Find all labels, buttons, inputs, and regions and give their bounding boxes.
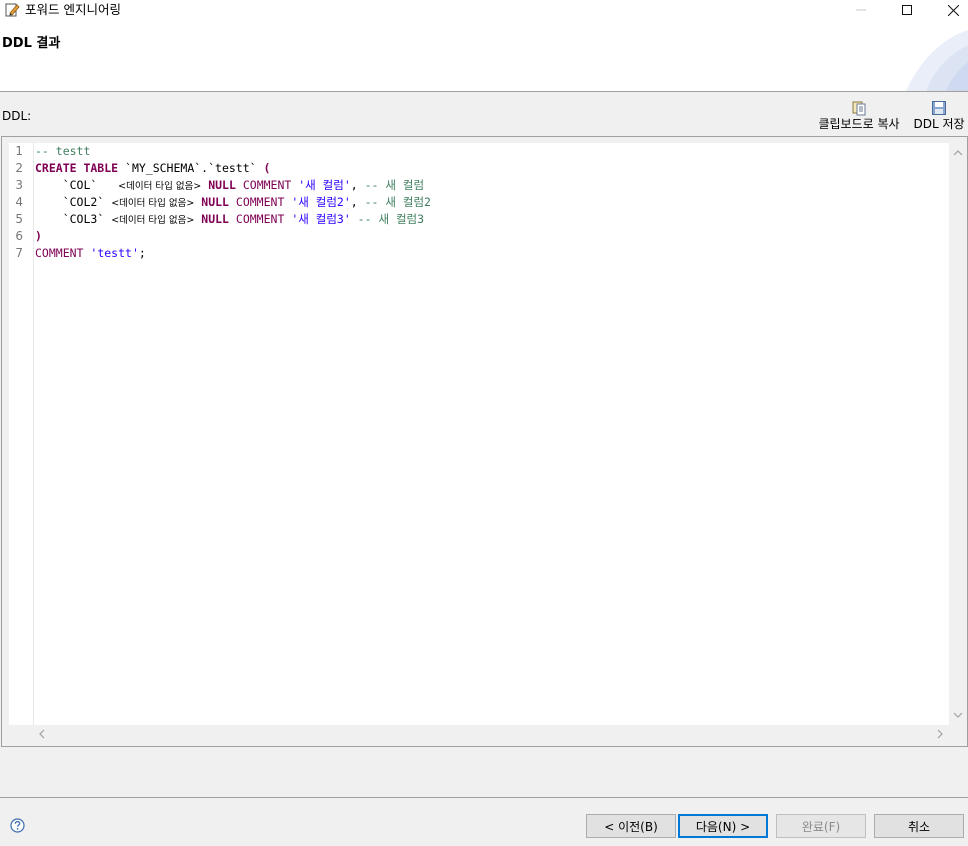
close-icon [947,4,959,16]
next-button[interactable]: 다음(N) > [678,814,768,838]
window-title: 포워드 엔지니어링 [25,2,121,17]
horizontal-scrollbar[interactable] [9,725,949,741]
code-line: `COL` <데이터 타입 없음> NULL COMMENT '새 컬럼', -… [35,177,424,195]
floppy-disk-icon [932,101,946,115]
line-number: 6 [15,229,23,243]
sql-keyword: NULL [208,178,236,192]
maximize-icon [902,5,912,15]
sql-keyword: COMMENT [235,195,285,209]
scroll-down-icon[interactable] [953,711,963,719]
line-number-gutter: 1 2 3 4 5 6 7 [9,143,34,725]
sql-terminator: ; [138,246,146,260]
help-icon[interactable] [10,818,25,833]
close-button[interactable] [930,0,968,20]
line-number: 3 [15,178,23,192]
sql-column: `COL3` [62,212,105,226]
code-line: ) [35,228,42,245]
sql-keyword: NULL [201,195,229,209]
sql-string: '새 컬럼3' [291,212,351,226]
sql-string: '새 컬럼' [298,178,351,192]
minimize-icon [856,9,866,11]
code-line: CREATE TABLE `MY_SCHEMA`.`testt` ( [35,160,270,177]
scroll-up-icon[interactable] [953,149,963,157]
ddl-editor[interactable]: 1 2 3 4 5 6 7 -- testt CREATE TABLE `MY_… [9,143,949,725]
sql-comment: -- 새 컬럼3 [350,212,425,226]
line-number: 4 [15,195,23,209]
sql-paren: ) [35,229,42,243]
sql-string: '새 컬럼2' [291,195,351,209]
line-number: 5 [15,212,23,226]
cancel-button[interactable]: 취소 [874,814,964,838]
finish-button[interactable]: 완료(F) [776,814,866,838]
code-line: -- testt [35,143,90,160]
sql-identifier: `MY_SCHEMA`.`testt` [118,161,264,175]
sql-keyword: COMMENT [242,178,292,192]
sql-paren: ( [263,161,271,175]
back-button[interactable]: < 이전(B) [586,814,676,838]
scroll-right-icon[interactable] [936,729,944,739]
code-line: `COL2` <데이터 타입 없음> NULL COMMENT '새 컬럼2',… [35,194,431,212]
title-bar: 포워드 엔지니어링 [0,0,968,20]
minimize-button[interactable] [838,0,884,20]
sql-comment: -- testt [35,144,91,158]
vertical-scrollbar[interactable] [949,143,967,725]
code-line: `COL3` <데이터 타입 없음> NULL COMMENT '새 컬럼3' … [35,211,424,229]
sql-keyword: COMMENT [235,212,285,226]
line-number: 7 [15,246,23,260]
banner-separator [0,91,968,92]
sql-separator: , [350,178,358,192]
sql-separator: , [350,195,358,209]
banner-decoration [906,30,968,91]
save-ddl-label: DDL 저장 [913,117,965,131]
page-title: DDL 결과 [2,36,61,51]
line-number: 2 [15,161,23,175]
code-line: COMMENT 'testt'; [35,245,146,262]
sql-comment: -- 새 컬럼2 [357,195,431,209]
clipboard-icon [852,101,866,116]
copy-to-clipboard-button[interactable]: 클립보드로 복사 [812,100,906,131]
sql-keyword: COMMENT [35,246,84,260]
sql-column: `COL` [62,178,98,192]
ddl-editor-frame: 1 2 3 4 5 6 7 -- testt CREATE TABLE `MY_… [1,136,968,747]
forward-engineering-dialog: 포워드 엔지니어링 DDL 결과 DDL: 클립보드로 복사 DDL 저장 1 … [0,0,968,846]
line-number: 1 [15,144,23,158]
save-ddl-button[interactable]: DDL 저장 [910,100,968,131]
sql-comment: -- 새 컬럼 [357,178,425,192]
footer-separator [0,797,968,798]
sql-keyword: CREATE TABLE [35,161,119,175]
sql-datatype: <데이터 타입 없음> [111,198,195,209]
ddl-label: DDL: [2,109,32,123]
sql-string: 'testt' [90,246,139,260]
sql-datatype: <데이터 타입 없음> [111,215,195,226]
wizard-banner: DDL 결과 [0,20,968,91]
sql-column: `COL2` [62,195,105,209]
sql-datatype: <데이터 타입 없음> [118,181,202,192]
scroll-left-icon[interactable] [38,729,46,739]
app-edit-icon [5,3,20,17]
copy-to-clipboard-label: 클립보드로 복사 [818,117,900,131]
sql-keyword: NULL [201,212,229,226]
maximize-button[interactable] [884,0,930,20]
